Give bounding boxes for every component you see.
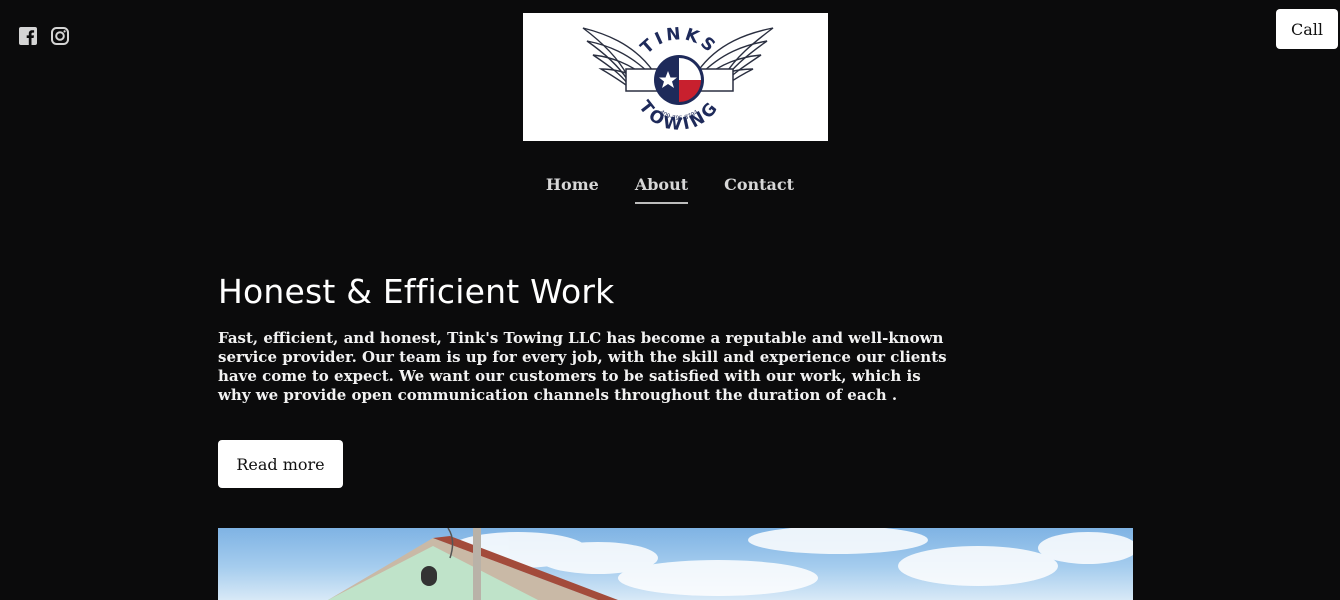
- site-logo[interactable]: TINKS TOWING 409-795-8794: [523, 13, 828, 141]
- hero-photo: [218, 528, 1133, 600]
- nav-item-home[interactable]: Home: [546, 175, 599, 204]
- logo-top-text: TINKS: [637, 24, 718, 58]
- read-more-button[interactable]: Read more: [218, 440, 343, 488]
- instagram-icon[interactable]: [50, 26, 70, 46]
- nav-item-about[interactable]: About: [634, 175, 689, 204]
- facebook-icon[interactable]: [18, 26, 38, 46]
- section-title: Honest & Efficient Work: [218, 272, 615, 311]
- call-button[interactable]: Call: [1276, 9, 1338, 49]
- main-nav: Home About Contact: [0, 175, 1340, 204]
- logo-emblem: TINKS TOWING 409-795-8794: [582, 24, 774, 136]
- hero-photo-scene: [328, 528, 1133, 600]
- section-body: Fast, efficient, and honest, Tink's Towi…: [218, 329, 947, 404]
- nav-item-contact[interactable]: Contact: [724, 175, 794, 204]
- svg-text:TINKS: TINKS: [637, 24, 721, 58]
- social-links: [18, 26, 70, 46]
